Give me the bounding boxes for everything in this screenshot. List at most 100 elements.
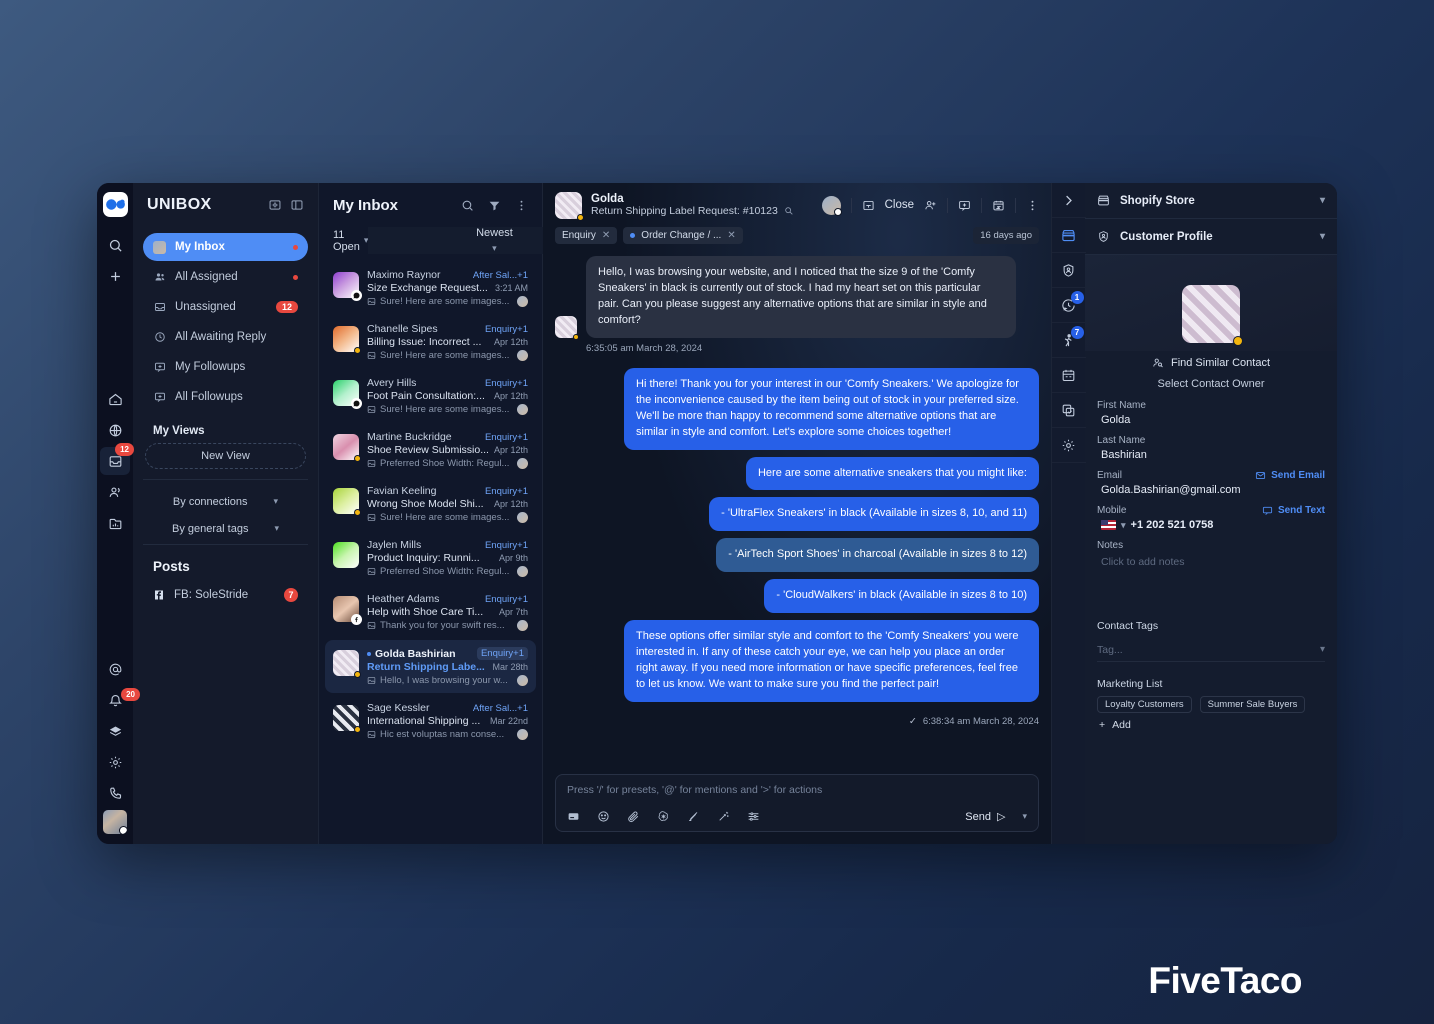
close-icon[interactable]: ✕	[602, 230, 610, 241]
search-small-icon[interactable]	[784, 206, 794, 216]
chevron-down-icon[interactable]: ▾	[1022, 811, 1027, 822]
group-by-general-tags[interactable]: By general tags ▾	[143, 515, 308, 542]
sidebar-item-all-assigned[interactable]: All Assigned	[143, 263, 308, 291]
find-similar-contact-button[interactable]: Find Similar Contact	[1085, 351, 1337, 369]
phone-icon[interactable]	[100, 779, 130, 807]
note-icon[interactable]	[567, 810, 580, 823]
new-view-button[interactable]: New View	[145, 443, 306, 469]
close-button[interactable]: Close	[885, 199, 914, 211]
list-item-preview: Sure! Here are some images...	[380, 350, 510, 361]
notes-input[interactable]: Click to add notes	[1097, 554, 1325, 616]
last-name-field[interactable]: Bashirian	[1097, 449, 1325, 470]
section-customer-profile[interactable]: Customer Profile ▾	[1085, 219, 1337, 255]
chevron-down-icon[interactable]: ▾	[1320, 231, 1325, 242]
conversation-tag[interactable]: Order Change / ... ✕	[623, 227, 743, 244]
gear-icon[interactable]	[1051, 428, 1086, 463]
agent-avatar	[517, 566, 528, 577]
snooze-icon[interactable]	[992, 199, 1005, 212]
composer-placeholder[interactable]: Press '/' for presets, '@' for mentions …	[567, 784, 1027, 810]
first-name-label: First Name	[1097, 400, 1146, 411]
list-item[interactable]: Heather Adams Enquiry+1 Help with Shoe Ca…	[325, 586, 536, 638]
send-text-button[interactable]: Send Text	[1262, 505, 1325, 516]
send-button[interactable]: Send ▷	[965, 810, 1005, 824]
expand-panel-icon[interactable]	[1051, 183, 1086, 218]
sidebar-item-all-followups[interactable]: All Followups	[143, 383, 308, 411]
list-item[interactable]: Chanelle Sipes Enquiry+1 Billing Issue: I…	[325, 316, 536, 368]
globe-icon[interactable]	[100, 416, 130, 444]
add-marketing-list-button[interactable]: + Add	[1097, 719, 1325, 731]
reports-icon[interactable]	[100, 509, 130, 537]
panel-toggle-icon[interactable]	[290, 198, 304, 212]
mentions-icon[interactable]	[100, 655, 130, 683]
post-item-fb-solestride[interactable]: FB: SoleStride 7	[143, 582, 308, 608]
attachment-icon[interactable]	[627, 810, 640, 823]
close-icon[interactable]: ✕	[727, 230, 735, 241]
storefront-icon[interactable]	[1051, 218, 1086, 253]
archive-gear-icon[interactable]	[268, 198, 282, 212]
send-email-button[interactable]: Send Email	[1255, 470, 1325, 481]
list-item[interactable]: Maximo Raynor After Sal...+1 Size Exchang…	[325, 262, 536, 314]
list-item-selected[interactable]: Golda Bashirian Enquiry+1 Return Shipping…	[325, 640, 536, 693]
chevron-down-icon: ▾	[273, 496, 279, 506]
select-contact-owner-button[interactable]: Select Contact Owner	[1085, 369, 1337, 400]
chevron-down-icon[interactable]: ▾	[1320, 195, 1325, 206]
shield-person-icon[interactable]	[1051, 253, 1086, 288]
list-item-name: Jaylen Mills	[367, 539, 422, 551]
inbox-icon[interactable]: 12	[100, 443, 134, 475]
unibox-logo-icon[interactable]	[102, 192, 128, 217]
sidebar-item-my-inbox[interactable]: My Inbox	[143, 233, 308, 261]
list-item-preview: Hello, I was browsing your w...	[380, 675, 508, 686]
home-icon[interactable]	[100, 385, 130, 413]
mobile-field[interactable]: ▾ +1 202 521 0758	[1097, 519, 1325, 540]
list-item-preview: Sure! Here are some images...	[380, 512, 510, 523]
contacts-icon[interactable]	[100, 478, 130, 506]
filter-icon[interactable]	[488, 199, 501, 212]
section-title: Customer Profile	[1120, 230, 1213, 243]
first-name-field[interactable]: Golda	[1097, 414, 1325, 435]
list-item[interactable]: Favian Keeling Enquiry+1 Wrong Shoe Model…	[325, 478, 536, 530]
marketing-tag[interactable]: Loyalty Customers	[1097, 696, 1192, 713]
user-avatar[interactable]	[103, 810, 127, 834]
search-icon[interactable]	[461, 199, 474, 212]
more-vertical-icon[interactable]	[1026, 199, 1039, 212]
section-shopify-store[interactable]: Shopify Store ▾	[1085, 183, 1337, 219]
calendar-icon[interactable]	[1051, 358, 1086, 393]
list-item[interactable]: Jaylen Mills Enquiry+1 Product Inquiry: R…	[325, 532, 536, 584]
sidebar-item-unassigned[interactable]: Unassigned 12	[143, 293, 308, 321]
plus-icon[interactable]	[100, 262, 130, 290]
list-item[interactable]: Martine Buckridge Enquiry+1 Shoe Review S…	[325, 424, 536, 476]
followup-icon[interactable]	[958, 199, 971, 212]
sidebar-item-all-awaiting-reply[interactable]: All Awaiting Reply	[143, 323, 308, 351]
more-vertical-icon[interactable]	[515, 199, 528, 212]
history-clock-icon[interactable]: 1	[1051, 288, 1086, 323]
magic-wand-icon[interactable]	[717, 810, 730, 823]
add-person-icon[interactable]	[924, 199, 937, 212]
signature-icon[interactable]	[687, 810, 700, 823]
assignee-avatar[interactable]	[821, 195, 842, 216]
mobile-label-row: Mobile Send Text	[1097, 505, 1325, 516]
layers-icon[interactable]	[100, 717, 130, 745]
group-by-connections[interactable]: By connections ▾	[143, 488, 308, 515]
list-item[interactable]: Avery Hills Enquiry+1 Foot Pain Consultat…	[325, 370, 536, 422]
status-filter-dropdown[interactable]: 11 Open ▾	[333, 229, 368, 253]
openai-icon[interactable]	[657, 810, 670, 823]
bell-icon[interactable]: 20	[100, 686, 140, 714]
list-item[interactable]: Sage Kessler After Sal...+1 International…	[325, 695, 536, 747]
archive-icon[interactable]	[862, 199, 875, 212]
chevron-down-icon[interactable]: ▾	[1121, 520, 1126, 531]
emoji-icon[interactable]	[597, 810, 610, 823]
contact-tags-placeholder: Tag...	[1097, 643, 1123, 656]
search-icon[interactable]	[100, 231, 130, 259]
activity-walk-icon[interactable]: 7	[1051, 323, 1086, 358]
conversation-tag[interactable]: Enquiry ✕	[555, 227, 618, 244]
email-field[interactable]: Golda.Bashirian@gmail.com	[1097, 484, 1325, 505]
settings-sliders-icon[interactable]	[747, 810, 760, 823]
tasks-icon[interactable]	[1051, 393, 1086, 428]
contact-avatar[interactable]	[555, 191, 584, 221]
sidebar-item-my-followups[interactable]: My Followups	[143, 353, 308, 381]
gear-icon[interactable]	[100, 748, 130, 776]
profile-avatar[interactable]	[1182, 285, 1243, 346]
message-composer[interactable]: Press '/' for presets, '@' for mentions …	[555, 774, 1039, 832]
contact-tags-select[interactable]: Tag... ▾	[1097, 638, 1325, 662]
marketing-tag[interactable]: Summer Sale Buyers	[1199, 696, 1306, 713]
